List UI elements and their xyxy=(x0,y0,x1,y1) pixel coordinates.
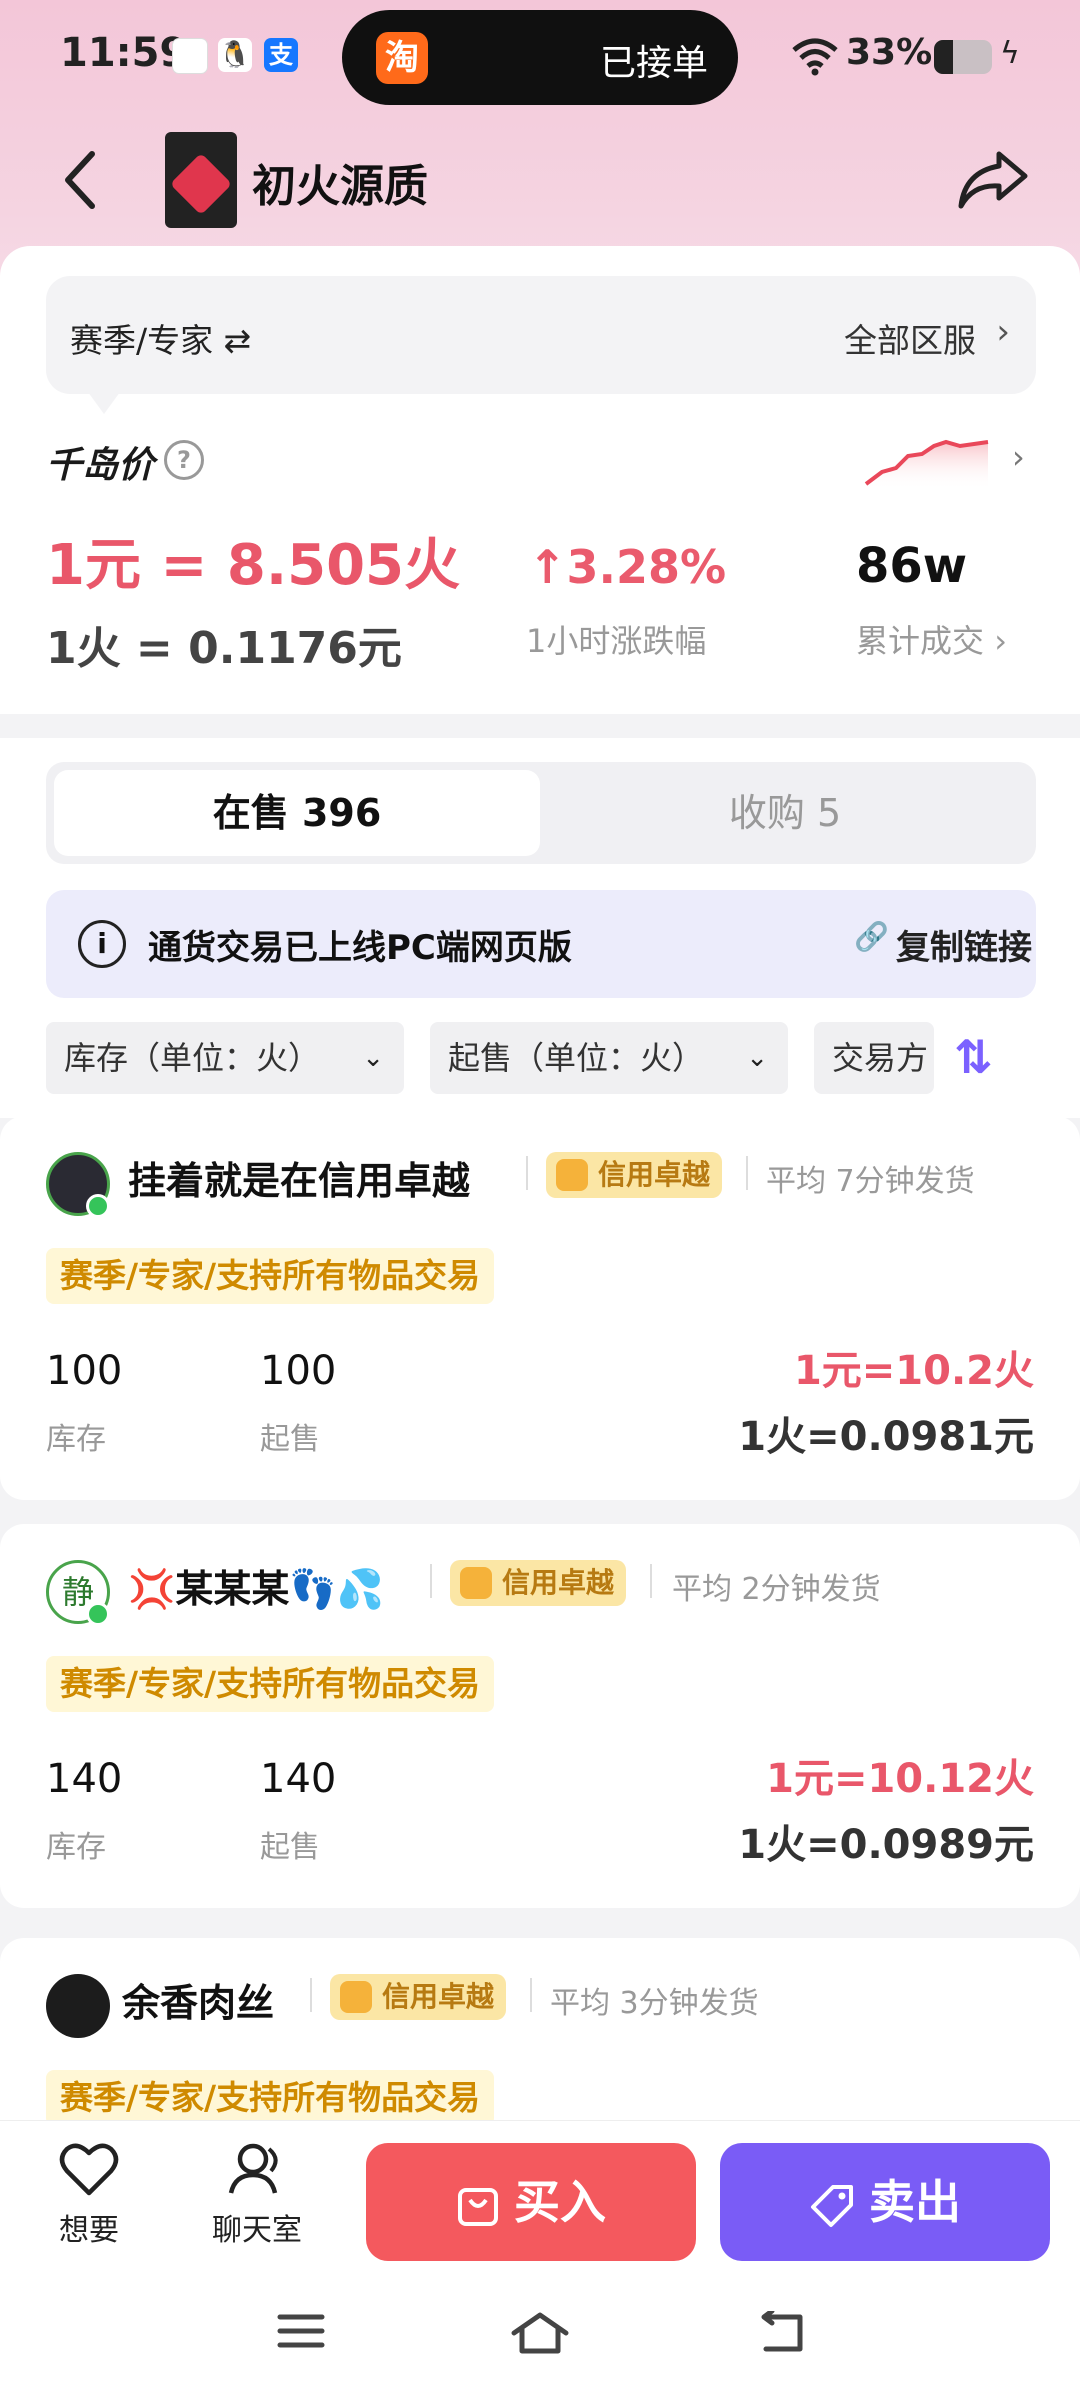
ship-time: 平均 3分钟发货 xyxy=(550,1986,759,2021)
heart-icon xyxy=(59,2143,119,2196)
chevron-down-icon: ⌄ xyxy=(746,1043,768,1073)
status-time: 11:59 xyxy=(60,30,188,76)
ship-time: 平均 7分钟发货 xyxy=(766,1164,975,1199)
arrow-up-icon: ↑ xyxy=(528,540,567,594)
chevron-right-icon: › xyxy=(996,312,1010,352)
mode-switch[interactable]: 赛季/专家 ⇄ xyxy=(70,314,251,362)
bag-icon xyxy=(458,2187,498,2226)
total-volume-label[interactable]: 累计成交 › xyxy=(856,616,1007,662)
divider xyxy=(526,1156,528,1190)
dynamic-island[interactable]: 淘 已接单 xyxy=(342,10,738,105)
battery-percent: 33% xyxy=(846,32,933,73)
seller-name: 挂着就是在信用卓越 xyxy=(128,1159,471,1203)
seller-avatar xyxy=(46,1974,110,2038)
tooltip-pointer xyxy=(88,392,120,414)
server-filter[interactable]: 全部区服 xyxy=(844,314,976,362)
divider xyxy=(430,1564,432,1598)
mobile-app-icon xyxy=(172,38,208,74)
listing-card[interactable]: 静 💢某某某👣💦 信用卓越 平均 2分钟发货 赛季/专家/支持所有物品交易 14… xyxy=(0,1524,1080,1908)
sort-icon[interactable]: ⇅ xyxy=(954,1030,993,1084)
divider xyxy=(530,1978,532,2012)
tab-purchase[interactable]: 收购 5 xyxy=(542,770,1028,856)
listing-tag: 赛季/专家/支持所有物品交易 xyxy=(46,2070,495,2126)
pc-notice-banner: i 通货交易已上线PC端网页版 🔗 复制链接 xyxy=(46,890,1036,998)
divider xyxy=(650,1564,652,1598)
charging-icon: ϟ xyxy=(1000,36,1020,71)
copy-link-button[interactable]: 复制链接 xyxy=(896,920,1032,969)
credit-badge: 信用卓越 xyxy=(330,1974,507,2020)
tag-icon xyxy=(811,2184,853,2227)
notice-message: 通货交易已上线PC端网页版 xyxy=(148,928,572,968)
alipay-icon: 支 xyxy=(264,38,298,72)
divider xyxy=(310,1978,312,2012)
chat-person-icon xyxy=(228,2143,278,2194)
bottom-action-bar: 想要 聊天室 买入 卖出 xyxy=(0,2120,1080,2401)
online-indicator xyxy=(86,1194,110,1218)
min-sale-value: 140 xyxy=(260,1756,337,1802)
item-thumbnail xyxy=(165,132,237,228)
listing-rate-fire: 1火=0.0989元 xyxy=(738,1822,1034,1868)
tab-bar: 在售 396 收购 5 xyxy=(46,762,1036,864)
region-selector[interactable]: 赛季/专家 ⇄ 全部区服 › xyxy=(46,276,1036,394)
help-icon[interactable]: ? xyxy=(164,440,204,480)
divider xyxy=(746,1156,748,1190)
page-title: 初火源质 xyxy=(252,161,428,212)
fire-to-yuan-rate: 1火 = 0.1176元 xyxy=(46,623,402,674)
hour-change: ↑3.28% xyxy=(528,540,727,594)
wifi-icon xyxy=(792,38,838,76)
status-bar: 11:59 🐧 支 淘 已接单 33% ϟ xyxy=(0,0,1080,115)
min-sale-value: 100 xyxy=(260,1348,337,1394)
want-button[interactable]: 想要 xyxy=(34,2141,144,2249)
stock-value: 100 xyxy=(46,1348,123,1394)
chatroom-button[interactable]: 聊天室 xyxy=(202,2141,312,2249)
listing-tag: 赛季/专家/支持所有物品交易 xyxy=(46,1248,495,1304)
credit-icon xyxy=(556,1159,588,1191)
sell-button[interactable]: 卖出 xyxy=(720,2143,1050,2261)
chevron-right-icon: › xyxy=(994,622,1007,660)
seller-name: 💢某某某👣💦 xyxy=(128,1567,384,1611)
chevron-down-icon: ⌄ xyxy=(362,1043,384,1073)
credit-icon xyxy=(340,1981,372,2013)
listing-rate-yuan: 1元=10.2火 xyxy=(793,1348,1034,1394)
back-nav-icon[interactable] xyxy=(756,2311,806,2355)
credit-icon xyxy=(460,1567,492,1599)
trade-method-filter[interactable]: 交易方 xyxy=(814,1022,934,1094)
min-sale-filter[interactable]: 起售（单位：火） ⌄ xyxy=(430,1022,788,1094)
tab-on-sale[interactable]: 在售 396 xyxy=(54,770,540,856)
info-icon: i xyxy=(78,920,126,968)
stock-value: 140 xyxy=(46,1756,123,1802)
home-nav-icon[interactable] xyxy=(510,2311,570,2355)
yuan-to-fire-rate: 1元 = 8.505火 xyxy=(46,533,461,598)
battery-icon xyxy=(934,40,992,74)
stock-filter[interactable]: 库存（单位：火） ⌄ xyxy=(46,1022,404,1094)
stock-label: 库存 xyxy=(46,1830,106,1865)
stock-label: 库存 xyxy=(46,1422,106,1457)
order-status-text: 已接单 xyxy=(599,43,708,84)
listing-rate-fire: 1火=0.0981元 xyxy=(738,1414,1034,1460)
credit-badge: 信用卓越 xyxy=(450,1560,627,1606)
online-indicator xyxy=(86,1602,110,1626)
price-brand: 千岛价 xyxy=(46,445,155,486)
listing-card[interactable]: 挂着就是在信用卓越 信用卓越 平均 7分钟发货 赛季/专家/支持所有物品交易 1… xyxy=(0,1116,1080,1500)
min-sale-label: 起售 xyxy=(260,1830,320,1865)
chevron-right-icon[interactable]: › xyxy=(1012,438,1025,476)
share-icon[interactable] xyxy=(955,148,1031,212)
hour-change-label: 1小时涨跌幅 xyxy=(526,622,707,660)
min-sale-label: 起售 xyxy=(260,1422,320,1457)
buy-button[interactable]: 买入 xyxy=(366,2143,696,2261)
taobao-icon: 淘 xyxy=(376,32,428,84)
link-icon[interactable]: 🔗 xyxy=(854,920,889,953)
listing-rate-yuan: 1元=10.12火 xyxy=(766,1756,1034,1802)
menu-nav-icon[interactable] xyxy=(276,2311,326,2351)
back-arrow-icon[interactable] xyxy=(60,150,100,210)
trend-sparkline[interactable] xyxy=(862,420,992,490)
credit-badge: 信用卓越 xyxy=(546,1152,723,1198)
total-volume: 86w xyxy=(856,538,968,594)
listing-tag: 赛季/专家/支持所有物品交易 xyxy=(46,1656,495,1712)
ship-time: 平均 2分钟发货 xyxy=(672,1572,881,1607)
qq-icon: 🐧 xyxy=(218,38,252,72)
seller-name: 余香肉丝 xyxy=(122,1981,275,2025)
